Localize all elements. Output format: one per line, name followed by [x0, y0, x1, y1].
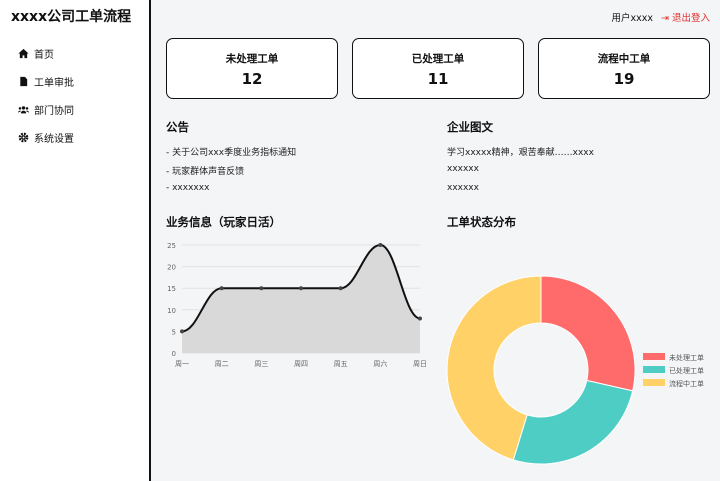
card-value: 11 — [427, 70, 449, 88]
notice-title: 公告 — [166, 120, 189, 134]
y-tick-label: 25 — [167, 242, 176, 250]
topbar: 用户xxxx ⇥ 退出登入 — [612, 10, 711, 24]
card-title: 已处理工单 — [411, 53, 465, 65]
logout-button[interactable]: ⇥ 退出登入 — [661, 10, 710, 24]
file-icon — [20, 76, 28, 87]
user-name: 用户xxxx — [611, 13, 654, 24]
y-tick-label: 20 — [167, 264, 176, 272]
legend-label: 未处理工单 — [669, 353, 704, 362]
culture-item: xxxxxx — [447, 164, 479, 174]
sidebar-item-label: 首页 — [34, 50, 54, 61]
pie-slice — [540, 275, 636, 392]
x-tick-label: 周一 — [175, 360, 189, 368]
x-tick-label: 周四 — [294, 360, 308, 368]
logout-icon: ⇥ — [661, 13, 672, 24]
sidebar-item-settings[interactable]: 系统设置 — [18, 130, 74, 145]
notice-item[interactable]: - 玩家群体声音反馈 — [166, 164, 244, 177]
pie-chart: 未处理工单已处理工单流程中工单 — [446, 275, 704, 465]
data-point — [338, 286, 343, 291]
sidebar-item-label: 工单审批 — [34, 78, 74, 89]
culture-item: 学习xxxxx精神，艰苦奉献……xxxx — [447, 148, 594, 158]
data-point — [219, 286, 224, 291]
culture-item: xxxxxx — [447, 183, 479, 193]
legend-swatch — [643, 353, 665, 360]
app-title: xxxx公司工单流程 — [11, 9, 132, 25]
card-title: 未处理工单 — [225, 53, 279, 65]
x-tick-label: 周日 — [413, 360, 427, 368]
users-icon — [18, 106, 29, 114]
gear-icon — [18, 132, 29, 143]
sidebar-item-departments[interactable]: 部门协同 — [18, 102, 74, 117]
culture-title: 企业图文 — [447, 120, 493, 134]
y-tick-label: 15 — [167, 285, 176, 293]
area-fill — [182, 245, 420, 353]
y-tick-label: 0 — [172, 350, 176, 358]
legend-swatch — [643, 379, 665, 386]
data-point — [259, 286, 264, 291]
sidebar-item-home[interactable]: 首页 — [18, 46, 54, 61]
x-tick-label: 周六 — [373, 359, 387, 368]
logout-label: 退出登入 — [671, 13, 710, 24]
sidebar-item-approval[interactable]: 工单审批 — [18, 74, 74, 89]
card-in-progress: 流程中工单 19 — [538, 38, 710, 99]
y-tick-label: 10 — [167, 307, 176, 315]
card-value: 12 — [241, 70, 263, 88]
legend-swatch — [643, 366, 665, 373]
data-point — [378, 243, 383, 247]
x-tick-label: 周五 — [334, 360, 348, 368]
y-tick-label: 5 — [172, 328, 176, 336]
legend-label: 流程中工单 — [669, 379, 704, 388]
notice-item[interactable]: - 关于公司xxx季度业务指标通知 — [166, 145, 296, 158]
x-tick-label: 周二 — [215, 360, 229, 368]
line-chart-title: 业务信息（玩家日活） — [166, 215, 281, 229]
card-unprocessed: 未处理工单 12 — [166, 38, 338, 99]
card-value: 19 — [613, 70, 635, 88]
data-point — [180, 329, 184, 334]
data-point — [299, 286, 303, 291]
pie-chart-title: 工单状态分布 — [447, 215, 516, 229]
sidebar: xxxx公司工单流程 首页 工单审批 部门协同 系统设置 — [0, 0, 151, 481]
notice-item[interactable]: - xxxxxxx — [166, 183, 209, 193]
line-chart: 0 5 10 15 20 25 周一 周二 周三 周四 周五 周六 周日 — [167, 242, 427, 368]
data-point — [418, 316, 422, 321]
legend-label: 已处理工单 — [669, 366, 704, 375]
sidebar-item-label: 部门协同 — [34, 106, 74, 117]
home-icon — [18, 48, 29, 59]
sidebar-item-label: 系统设置 — [34, 134, 74, 145]
card-processed: 已处理工单 11 — [352, 38, 524, 99]
x-tick-label: 周三 — [254, 360, 268, 368]
card-title: 流程中工单 — [597, 53, 651, 65]
pie-slice — [512, 379, 634, 465]
